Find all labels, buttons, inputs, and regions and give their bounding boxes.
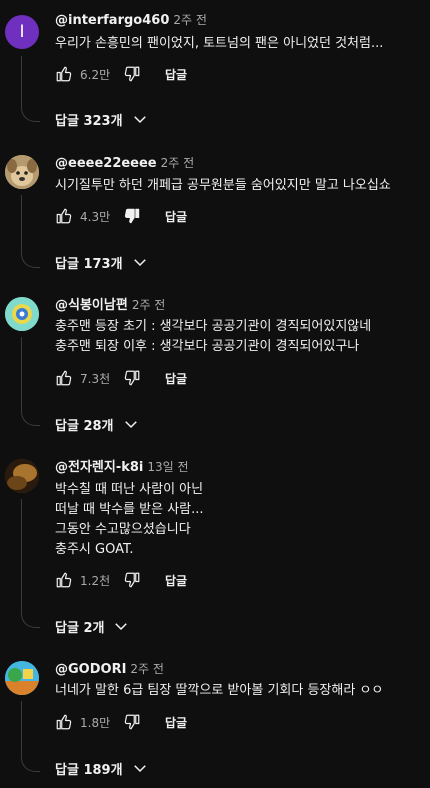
view-replies-button[interactable]: 답글 173개 [55, 252, 149, 272]
reply-button[interactable]: 답글 [165, 208, 187, 225]
dislike-icon[interactable] [123, 369, 141, 387]
thread-line [21, 195, 22, 250]
cartoon-avatar-image [5, 661, 39, 695]
comment-time[interactable]: 2주 전 [161, 156, 195, 170]
comment-actions: 7.3천 답글 [55, 368, 187, 388]
comment-text: 박수칠 때 떠난 사람이 아닌 떠날 때 박수를 받은 사람... 그동안 수고… [55, 480, 204, 560]
comment-line: 그동안 수고많으셨습니다 [55, 522, 191, 537]
comment-text: 충주맨 등장 초기 : 생각보다 공공기관이 경직되어있지않네 충주맨 퇴장 이… [55, 317, 371, 357]
comment-line: 떠날 때 박수를 받은 사람... [55, 502, 204, 517]
like-icon[interactable] [55, 207, 73, 225]
chevron-down-icon [133, 116, 146, 124]
thread-curve [21, 407, 40, 426]
replies-count: 답글 189개 [55, 762, 123, 778]
like-icon[interactable] [55, 571, 73, 589]
thread-line [21, 499, 22, 610]
thread-curve [21, 609, 40, 628]
like-count: 6.2만 [80, 67, 111, 82]
thread-curve [21, 103, 40, 122]
dislike-icon-active[interactable] [123, 207, 141, 225]
dislike-icon[interactable] [123, 713, 141, 731]
replies-count: 답글 173개 [55, 256, 123, 272]
comment-time[interactable]: 13일 전 [147, 460, 188, 474]
comment-time[interactable]: 2주 전 [173, 13, 207, 27]
photo-avatar-image [5, 459, 39, 493]
chevron-down-icon [115, 623, 128, 631]
author-name[interactable]: @GODORI [55, 662, 126, 677]
comment-line: 시기질투만 하던 개페급 공무원분들 숨어있지만 말고 나오십쇼 [55, 178, 391, 193]
comment-text: 우리가 손흥민의 팬이었지, 토트넘의 팬은 아니었던 것처럼... [55, 34, 383, 54]
comment-header: @interfargo460 2주 전 [55, 12, 207, 29]
reply-button[interactable]: 답글 [165, 572, 187, 589]
replies-count: 답글 323개 [55, 113, 123, 129]
comment-actions: 6.2만 답글 [55, 64, 187, 84]
avatar-letter: I [19, 22, 25, 42]
comment-line: 박수칠 때 떠난 사람이 아닌 [55, 482, 204, 497]
thread-curve [21, 753, 40, 772]
reply-button[interactable]: 답글 [165, 714, 187, 731]
view-replies-button[interactable]: 답글 28개 [55, 414, 140, 434]
chevron-down-icon [133, 259, 146, 267]
comment-header: @식봉이남편 2주 전 [55, 297, 165, 314]
reply-button[interactable]: 답글 [165, 370, 187, 387]
comment-actions: 1.8만 답글 [55, 712, 187, 732]
author-name[interactable]: @interfargo460 [55, 13, 169, 28]
comment-actions: 4.3만 답글 [55, 206, 187, 226]
dog-avatar-image [5, 155, 39, 189]
view-replies-button[interactable]: 답글 189개 [55, 758, 149, 778]
like-icon[interactable] [55, 713, 73, 731]
comment-text: 너네가 말한 6급 팀장 딸깍으로 받아볼 기회다 등장해라 ㅇㅇ [55, 681, 383, 701]
sun-avatar-image [5, 297, 39, 331]
author-name[interactable]: @전자렌지-k8i [55, 460, 143, 475]
comment-time[interactable]: 2주 전 [130, 662, 164, 676]
chevron-down-icon [124, 421, 137, 429]
avatar[interactable]: I [5, 15, 39, 49]
view-replies-button[interactable]: 답글 2개 [55, 616, 130, 636]
comment-time[interactable]: 2주 전 [132, 298, 166, 312]
thread-curve [21, 249, 40, 268]
author-name[interactable]: @식봉이남편 [55, 298, 128, 313]
chevron-down-icon [133, 765, 146, 773]
replies-count: 답글 2개 [55, 620, 105, 636]
comment-actions: 1.2천 답글 [55, 570, 187, 590]
avatar[interactable] [5, 459, 39, 493]
thread-line [21, 56, 22, 104]
comment-line: 충주맨 퇴장 이후 : 생각보다 공공기관이 경직되어있구나 [55, 339, 360, 354]
avatar[interactable] [5, 297, 39, 331]
reply-button[interactable]: 답글 [165, 66, 187, 83]
dislike-icon[interactable] [123, 65, 141, 83]
avatar[interactable] [5, 155, 39, 189]
comment-line: 너네가 말한 6급 팀장 딸깍으로 받아볼 기회다 등장해라 ㅇㅇ [55, 683, 384, 698]
avatar[interactable] [5, 661, 39, 695]
author-name[interactable]: @eeee22eeee [55, 156, 157, 171]
like-count: 1.8만 [80, 715, 111, 730]
comment-line: 충주맨 등장 초기 : 생각보다 공공기관이 경직되어있지않네 [55, 319, 372, 334]
comment-text: 시기질투만 하던 개페급 공무원분들 숨어있지만 말고 나오십쇼 [55, 176, 391, 196]
comment-header: @eeee22eeee 2주 전 [55, 155, 194, 172]
comment-header: @전자렌지-k8i 13일 전 [55, 459, 189, 476]
thread-line [21, 337, 22, 408]
thread-line [21, 701, 22, 754]
dislike-icon[interactable] [123, 571, 141, 589]
comment-header: @GODORI 2주 전 [55, 661, 164, 678]
like-icon[interactable] [55, 65, 73, 83]
comment-line: 우리가 손흥민의 팬이었지, 토트넘의 팬은 아니었던 것처럼... [55, 36, 384, 51]
like-count: 1.2천 [80, 573, 111, 588]
replies-count: 답글 28개 [55, 418, 114, 434]
like-count: 4.3만 [80, 209, 111, 224]
like-count: 7.3천 [80, 371, 111, 386]
view-replies-button[interactable]: 답글 323개 [55, 109, 149, 129]
like-icon[interactable] [55, 369, 73, 387]
comment-line: 충주시 GOAT. [55, 542, 134, 557]
